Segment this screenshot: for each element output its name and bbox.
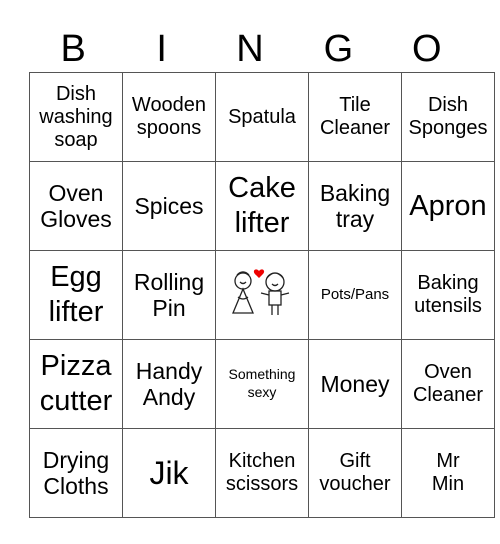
bride-groom-icon [232, 269, 290, 316]
bingo-row: Pizza cutter Handy Andy Something sexy Mone… [29, 339, 495, 429]
bingo-cell[interactable]: Jik [122, 428, 216, 518]
cell-text: Spices [134, 192, 204, 219]
bingo-row: Drying Cloths Jik Kitchen scissors Gift vou… [29, 428, 495, 518]
cell-text: Cake lifter [228, 172, 296, 239]
bingo-cell[interactable]: Mr Min [401, 428, 495, 518]
cell-text: Gift voucher [319, 450, 391, 495]
cell-text: Handy Andy [135, 357, 203, 410]
bingo-cell[interactable]: Egg lifter [29, 250, 123, 340]
bingo-cell[interactable]: Baking utensils [401, 250, 495, 340]
bingo-cell[interactable]: Drying Cloths [29, 428, 123, 518]
cell-text: Money [320, 370, 390, 397]
header-letter: G [323, 28, 354, 70]
cell-text: Baking utensils [414, 272, 482, 317]
cell-text: Oven Gloves [40, 179, 112, 232]
bingo-cell[interactable]: Apron [401, 161, 495, 251]
bingo-cell[interactable]: Spatula [215, 72, 309, 162]
header-letter: N [236, 28, 264, 70]
cell-text: Tile Cleaner [319, 94, 391, 139]
bingo-cell[interactable]: Pots/Pans [308, 250, 402, 340]
bingo-cell[interactable]: Pizza cutter [29, 339, 123, 429]
cell-text: Pizza cutter [39, 350, 113, 417]
bingo-cell[interactable]: Kitchen scissors [215, 428, 309, 518]
bingo-cell[interactable]: Gift voucher [308, 428, 402, 518]
cell-text: Apron [409, 189, 487, 222]
cell-text: Baking tray [319, 179, 391, 232]
bingo-cell[interactable]: Dish washing soap [29, 72, 123, 162]
cell-text: Wooden spoons [131, 94, 207, 139]
cell-text: Dish washing soap [39, 82, 113, 151]
bingo-cell[interactable]: Something sexy [215, 339, 309, 429]
free-space-cell[interactable] [215, 250, 309, 340]
header-letter: O [412, 28, 442, 70]
bingo-cell[interactable]: Rolling Pin [122, 250, 216, 340]
cell-text: Pots/Pans [320, 285, 390, 303]
cell-text: Oven Cleaner [412, 361, 484, 406]
header-letter: B [60, 28, 86, 70]
bingo-cell[interactable]: Spices [122, 161, 216, 251]
cell-text: Dish Sponges [408, 94, 488, 139]
bingo-cell[interactable]: Handy Andy [122, 339, 216, 429]
cell-text: Mr Min [431, 450, 465, 495]
bingo-cell[interactable]: Oven Gloves [29, 161, 123, 251]
cell-text: Drying Cloths [42, 446, 110, 499]
header-letter: I [156, 28, 167, 70]
bingo-header: B I N G O [29, 26, 471, 72]
bingo-cell[interactable]: Tile Cleaner [308, 72, 402, 162]
bingo-cell[interactable]: Cake lifter [215, 161, 309, 251]
bingo-cell[interactable]: Oven Cleaner [401, 339, 495, 429]
bingo-cell[interactable]: Wooden spoons [122, 72, 216, 162]
bingo-cell[interactable]: Dish Sponges [401, 72, 495, 162]
bingo-cell[interactable]: Baking tray [308, 161, 402, 251]
cell-text: Spatula [228, 105, 296, 128]
bingo-row: Egg lifter Rolling Pin Pots/Pans Baking ute… [29, 250, 495, 340]
bingo-row: Oven Gloves Spices Cake lifter Baking tray A… [29, 161, 495, 251]
cell-text: Jik [149, 454, 189, 491]
cell-text: Rolling Pin [133, 268, 205, 321]
bingo-row: Dish washing soap Wooden spoons Spatula Til… [29, 72, 495, 162]
cell-text: Kitchen scissors [225, 450, 299, 495]
bingo-cell[interactable]: Money [308, 339, 402, 429]
cell-text: Something sexy [228, 365, 296, 400]
bingo-grid: Dish washing soap Wooden spoons Spatula Til… [29, 72, 495, 518]
cell-text: Egg lifter [48, 261, 104, 328]
